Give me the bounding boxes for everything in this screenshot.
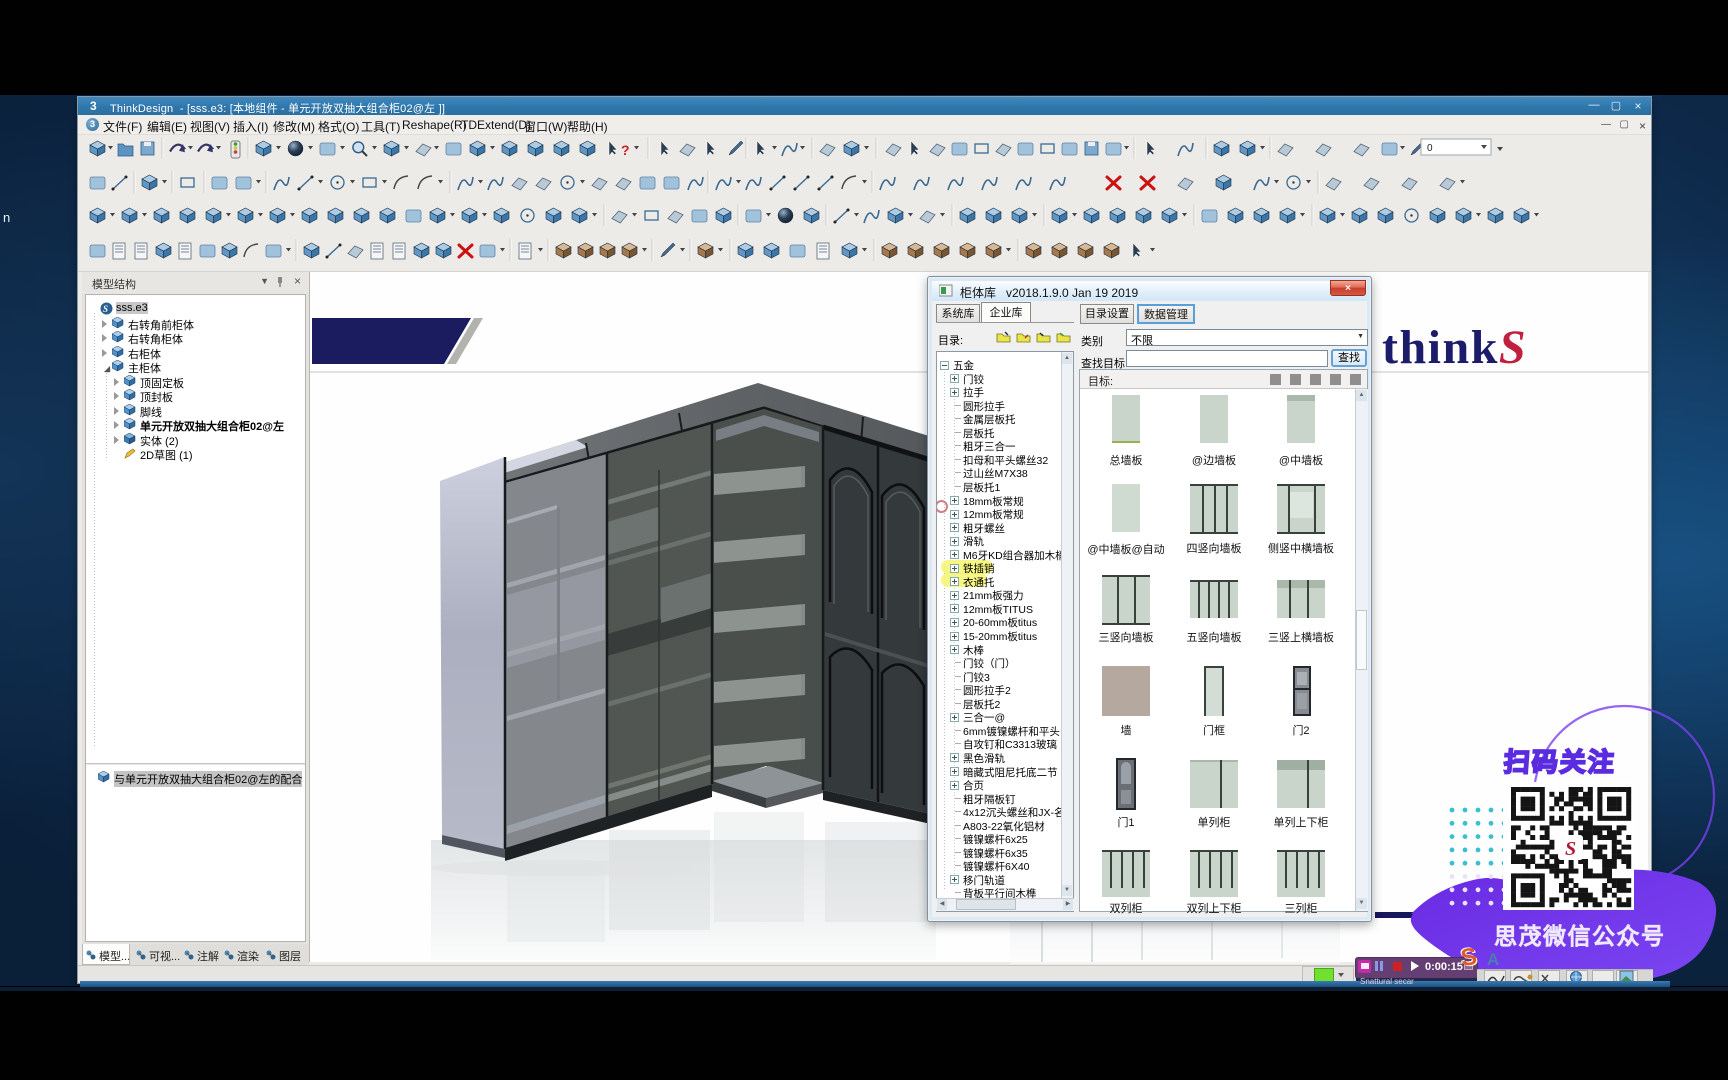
svg-text:?: ? <box>621 142 630 158</box>
svg-text:0: 0 <box>1427 143 1433 154</box>
svg-text:S: S <box>103 304 108 314</box>
